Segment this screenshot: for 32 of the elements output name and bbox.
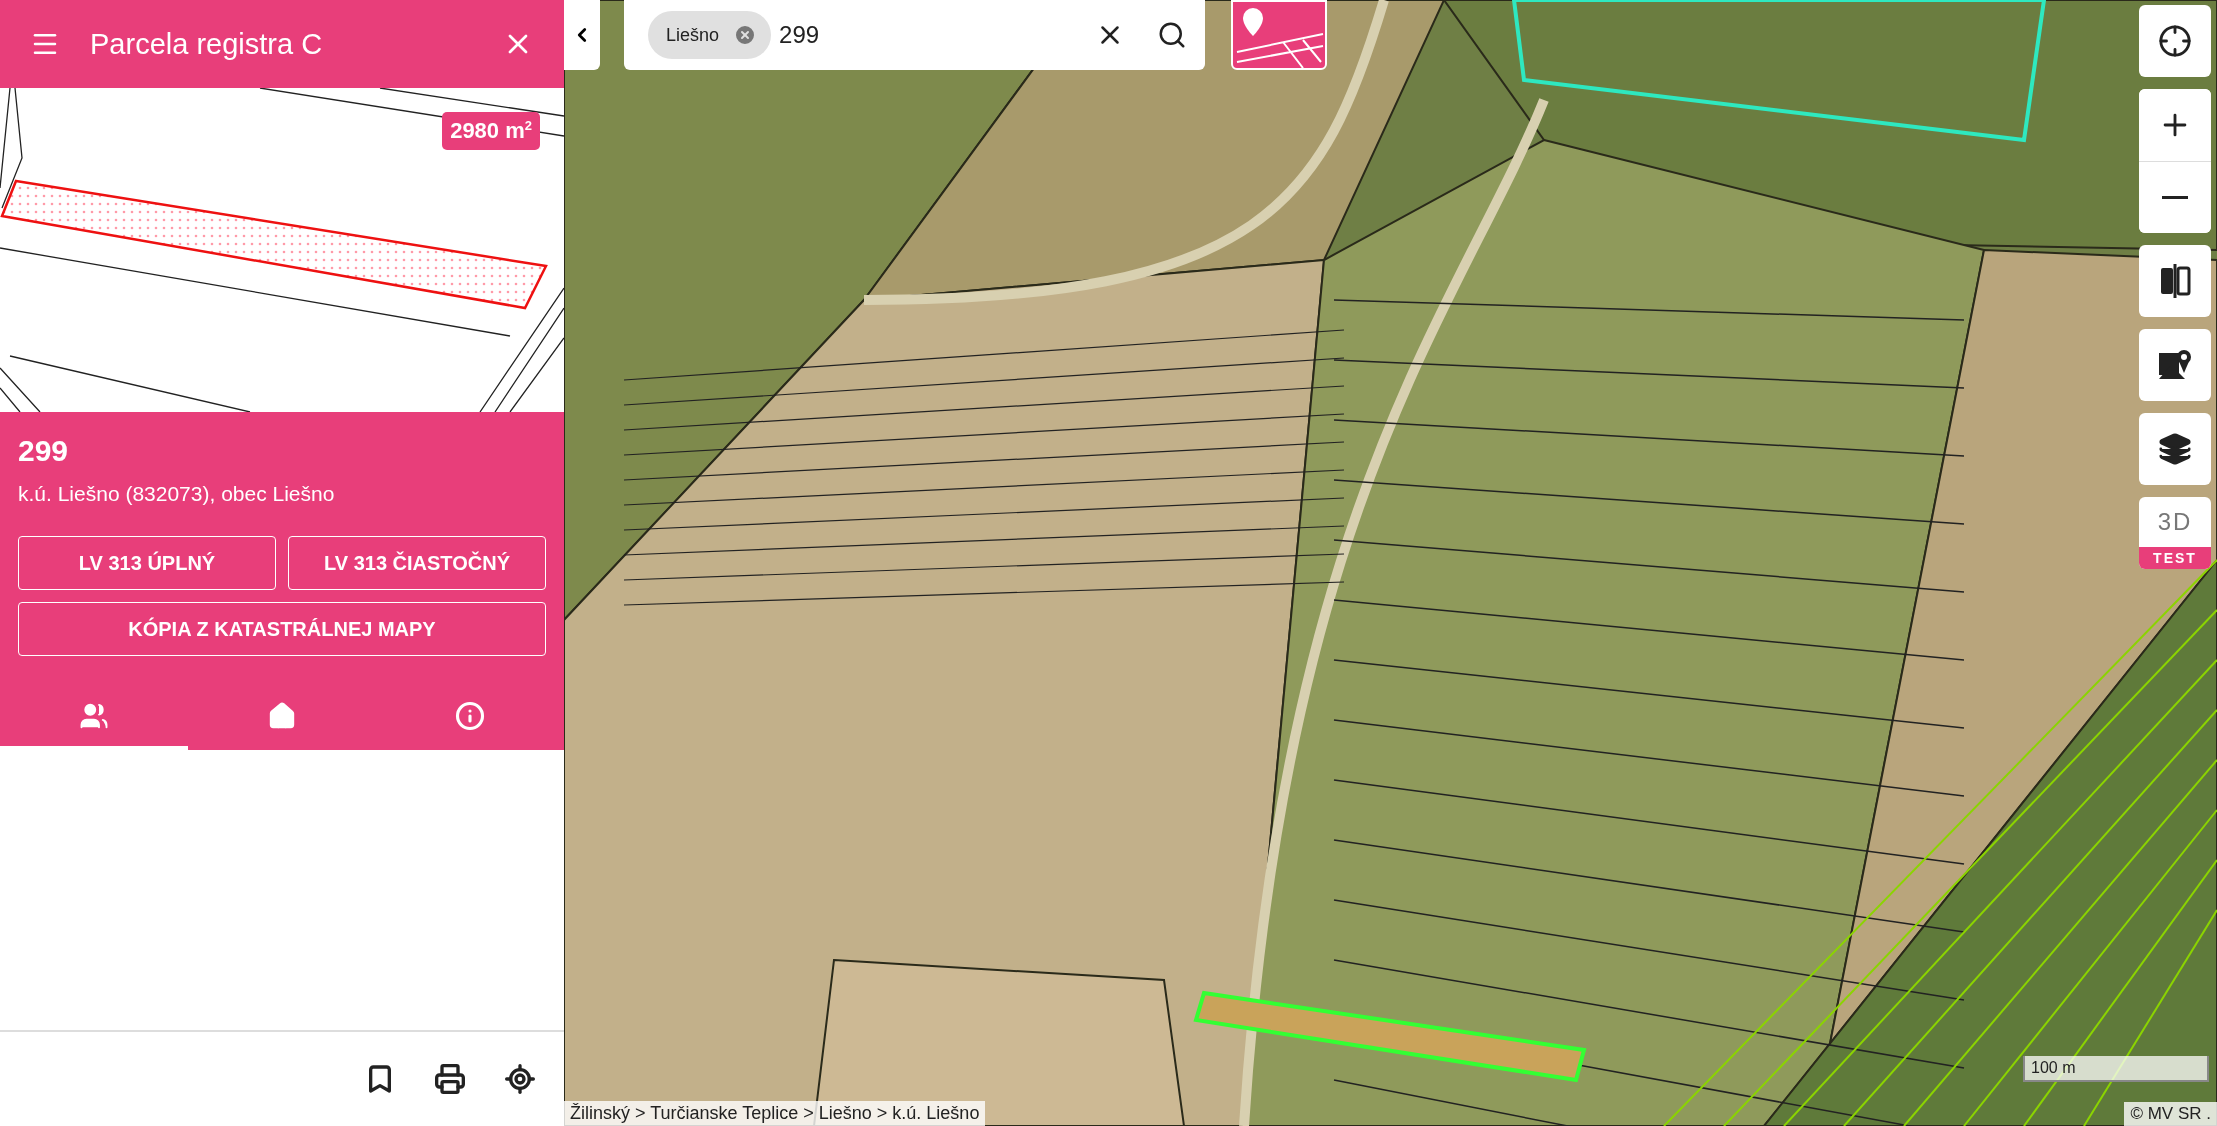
locate-icon[interactable] [504, 1063, 536, 1095]
map-type-button[interactable] [1231, 0, 1327, 70]
3d-view-button[interactable]: 3D TEST [2139, 497, 2211, 569]
ownership-sheet-button[interactable]: LV 313 ÚPLNÝ [18, 536, 276, 590]
layers-button[interactable] [2139, 413, 2211, 485]
collapse-panel-button[interactable] [564, 0, 600, 70]
test-badge: TEST [2139, 547, 2211, 569]
compare-button[interactable] [2139, 245, 2211, 317]
minus-icon [2162, 196, 2188, 199]
attribution: © MV SR . [2124, 1102, 2217, 1126]
panel-title: Parcela registra C [90, 27, 324, 61]
crosshair-icon [2158, 24, 2192, 58]
print-icon[interactable] [434, 1063, 466, 1095]
ownership-sheet-button[interactable]: LV 313 ČIASTOČNÝ [288, 536, 546, 590]
parcel-location: k.ú. Liešno (832073), obec Liešno [18, 482, 336, 506]
parcel-number: 299 [18, 434, 70, 468]
locate-button[interactable] [2139, 5, 2211, 77]
map-copy-button[interactable]: KÓPIA Z KATASTRÁLNEJ MAPY [18, 602, 546, 656]
scale-bar: 100 m [2023, 1056, 2209, 1082]
filter-chip[interactable]: Liešno [648, 11, 772, 59]
search-button[interactable] [1157, 20, 1187, 50]
info-icon [455, 701, 485, 731]
search-icon [1157, 20, 1187, 50]
split-view-icon [2159, 264, 2191, 298]
area-badge: 2980 m$^{2}$ [442, 112, 540, 151]
people-icon [79, 701, 109, 731]
home-icon [267, 701, 297, 731]
layers-icon [2158, 432, 2192, 466]
search-field[interactable]: Liešno 299 [624, 0, 1205, 70]
map-source-button[interactable] [2139, 329, 2211, 401]
breadcrumb: Žilinský > Turčianske Teplice > Liešno > k.ú. Liešno [564, 1101, 986, 1126]
parcel-highlight[interactable] [1193, 990, 1587, 1083]
